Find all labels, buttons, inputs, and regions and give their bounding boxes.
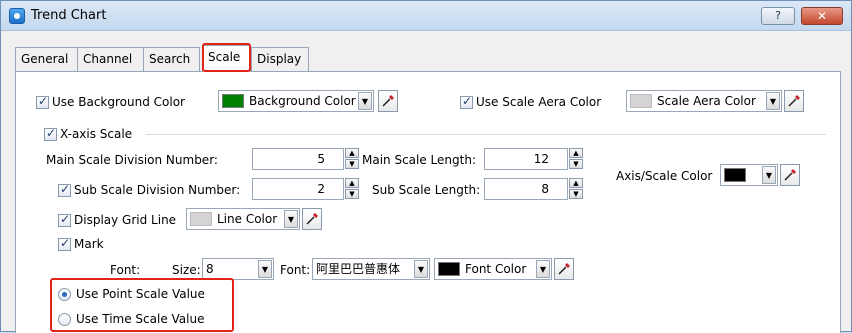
group-divider	[146, 134, 826, 135]
line-color-swatch	[190, 212, 212, 226]
display-grid-line-checkbox[interactable]	[58, 212, 71, 227]
background-eyedropper-button[interactable]	[378, 90, 398, 112]
trend-chart-dialog: Trend Chart ? ✕ General Channel Search S…	[0, 0, 852, 333]
spin-up-icon[interactable]: ▲	[345, 148, 359, 158]
chevron-down-icon: ▼	[766, 92, 780, 110]
scale-area-eyedropper-button[interactable]	[784, 90, 804, 112]
axis-eyedropper-button[interactable]	[780, 164, 800, 186]
main-division-stepper[interactable]: 5 ▲ ▼	[252, 148, 359, 170]
font-color-select[interactable]: Font Color ▼	[434, 258, 552, 280]
background-color-label: Background Color	[249, 94, 356, 108]
chevron-down-icon: ▼	[762, 166, 776, 184]
axis-scale-color-select[interactable]: ▼	[720, 164, 778, 186]
spin-up-icon[interactable]: ▲	[569, 178, 583, 188]
scale-tab-panel: Use Background Color Background Color ▼ …	[15, 71, 841, 333]
scale-area-color-swatch	[630, 94, 652, 108]
eyedropper-icon	[382, 95, 394, 107]
tab-display[interactable]: Display	[251, 47, 309, 71]
main-length-stepper[interactable]: 12 ▲ ▼	[484, 148, 583, 170]
sub-length-label: Sub Scale Length:	[372, 183, 481, 197]
sub-length-value: 8	[541, 182, 549, 196]
font-color-label: Font Color	[465, 262, 527, 276]
chevron-down-icon: ▼	[414, 260, 428, 278]
use-background-color-checkbox[interactable]	[36, 94, 49, 109]
use-background-color-label: Use Background Color	[52, 95, 185, 109]
eyedropper-icon	[788, 95, 800, 107]
eyedropper-icon	[784, 169, 796, 181]
chevron-down-icon: ▼	[358, 92, 372, 110]
eyedropper-icon	[306, 213, 318, 225]
chevron-down-icon: ▼	[284, 210, 298, 228]
chevron-down-icon: ▼	[536, 260, 550, 278]
use-point-scale-radio[interactable]	[58, 288, 71, 301]
main-length-label: Main Scale Length:	[362, 153, 476, 167]
scale-area-color-label: Scale Aera Color	[657, 94, 756, 108]
use-point-scale-label: Use Point Scale Value	[76, 287, 205, 301]
sub-division-stepper[interactable]: 2 ▲ ▼	[252, 178, 359, 200]
tab-channel[interactable]: Channel	[77, 47, 144, 71]
eyedropper-icon	[558, 263, 570, 275]
font-size-select[interactable]: 8 ▼	[202, 258, 274, 280]
window-title: Trend Chart	[31, 8, 107, 23]
tab-general[interactable]: General	[15, 47, 78, 71]
app-icon	[9, 8, 25, 24]
font-family-label: Font:	[280, 263, 311, 277]
font-family-value: 阿里巴巴普惠体	[316, 262, 401, 276]
use-time-scale-label: Use Time Scale Value	[76, 312, 205, 326]
spin-down-icon[interactable]: ▼	[569, 189, 583, 199]
line-eyedropper-button[interactable]	[302, 208, 322, 230]
main-division-label: Main Scale Division Number:	[46, 153, 218, 167]
help-button[interactable]: ?	[761, 7, 795, 25]
sub-division-label: Sub Scale Division Number:	[74, 183, 241, 197]
tab-scale[interactable]: Scale	[202, 45, 251, 72]
close-button[interactable]: ✕	[801, 7, 843, 25]
line-color-label: Line Color	[217, 212, 278, 226]
font-eyedropper-button[interactable]	[554, 258, 574, 280]
grid-line-color-select[interactable]: Line Color ▼	[186, 208, 300, 230]
mark-label: Mark	[74, 237, 104, 251]
font-size-value: 8	[206, 262, 214, 276]
axis-scale-color-label: Axis/Scale Color	[616, 169, 713, 183]
background-color-select[interactable]: Background Color ▼	[218, 90, 374, 112]
scale-area-color-select[interactable]: Scale Aera Color ▼	[626, 90, 782, 112]
sub-division-value: 2	[317, 182, 325, 196]
sub-length-stepper[interactable]: 8 ▲ ▼	[484, 178, 583, 200]
font-row-label: Font:	[110, 263, 141, 277]
use-time-scale-radio[interactable]	[58, 313, 71, 326]
font-color-swatch	[438, 262, 460, 276]
main-length-value: 12	[533, 152, 549, 166]
mark-checkbox[interactable]	[58, 236, 71, 251]
tab-search[interactable]: Search	[143, 47, 200, 71]
chevron-down-icon: ▼	[258, 260, 272, 278]
use-scale-area-color-label: Use Scale Aera Color	[476, 95, 602, 109]
x-axis-scale-label: X-axis Scale	[60, 127, 133, 141]
size-label: Size:	[172, 263, 201, 277]
spin-up-icon[interactable]: ▲	[569, 148, 583, 158]
spin-up-icon[interactable]: ▲	[345, 178, 359, 188]
spin-down-icon[interactable]: ▼	[569, 159, 583, 169]
axis-color-swatch	[724, 168, 746, 182]
main-division-value: 5	[317, 152, 325, 166]
x-axis-scale-checkbox[interactable]	[44, 126, 57, 141]
spin-down-icon[interactable]: ▼	[345, 159, 359, 169]
background-color-swatch	[222, 94, 244, 108]
display-grid-line-label: Display Grid Line	[74, 213, 177, 227]
title-bar: Trend Chart ? ✕	[1, 1, 851, 31]
spin-down-icon[interactable]: ▼	[345, 189, 359, 199]
use-scale-area-color-checkbox[interactable]	[460, 94, 473, 109]
font-family-select[interactable]: 阿里巴巴普惠体 ▼	[312, 258, 430, 280]
sub-division-checkbox[interactable]	[58, 182, 71, 197]
